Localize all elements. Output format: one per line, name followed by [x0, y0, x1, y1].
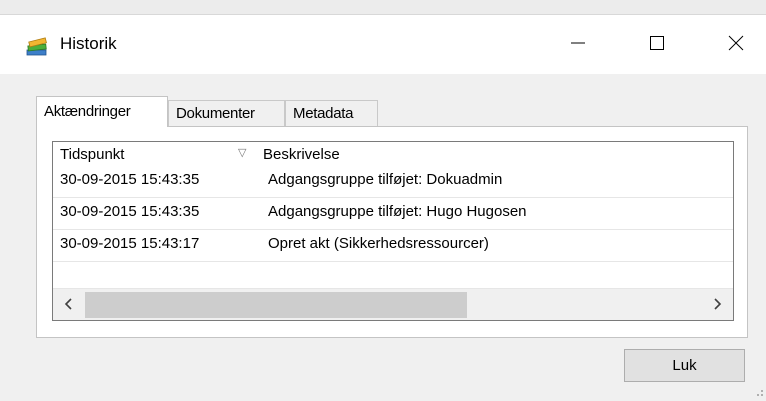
row-time: 30-09-2015 15:43:35: [60, 203, 200, 220]
books-icon: [26, 37, 48, 57]
list-item[interactable]: 30-09-2015 15:43:35 Adgangsgruppe tilføj…: [53, 166, 733, 198]
scroll-right-button[interactable]: [701, 289, 733, 320]
column-header-beskrivelse[interactable]: Beskrivelse: [263, 146, 340, 163]
scroll-left-button[interactable]: [53, 289, 85, 320]
tab-metadata[interactable]: Metadata: [285, 100, 378, 126]
resize-grip-icon[interactable]: [752, 384, 764, 396]
dialog-body: Aktændringer Dokumenter Metadata Tidspun…: [0, 74, 766, 398]
screen-top-strip: [0, 0, 766, 14]
row-description: Adgangsgruppe tilføjet: Dokuadmin: [268, 171, 503, 188]
row-description: Opret akt (Sikkerhedsressourcer): [268, 235, 489, 252]
maximize-button[interactable]: [637, 27, 677, 63]
history-list[interactable]: Tidspunkt ▽ Beskrivelse 30-09-2015 15:43…: [52, 141, 734, 321]
chevron-right-icon: [712, 297, 722, 314]
horizontal-scrollbar[interactable]: [53, 288, 733, 320]
sort-indicator-icon: ▽: [238, 147, 247, 159]
window-title: Historik: [60, 34, 117, 53]
list-header: Tidspunkt ▽ Beskrivelse: [53, 142, 733, 166]
tab-dokumenter[interactable]: Dokumenter: [168, 100, 285, 126]
maximize-icon: [649, 35, 665, 55]
scrollbar-thumb[interactable]: [85, 292, 467, 318]
column-header-tidspunkt[interactable]: Tidspunkt: [60, 146, 124, 163]
chevron-left-icon: [64, 297, 74, 314]
row-description: Adgangsgruppe tilføjet: Hugo Hugosen: [268, 203, 527, 220]
close-window-button[interactable]: [716, 27, 756, 63]
list-item[interactable]: 30-09-2015 15:43:35 Adgangsgruppe tilføj…: [53, 198, 733, 230]
row-time: 30-09-2015 15:43:35: [60, 171, 200, 188]
close-button[interactable]: Luk: [624, 349, 745, 382]
close-icon: [728, 35, 744, 55]
title-bar[interactable]: Historik: [0, 14, 766, 75]
list-item[interactable]: 30-09-2015 15:43:17 Opret akt (Sikkerhed…: [53, 230, 733, 262]
minimize-icon: [570, 35, 586, 55]
tab-panel: Tidspunkt ▽ Beskrivelse 30-09-2015 15:43…: [36, 126, 748, 338]
minimize-button[interactable]: [558, 27, 598, 63]
row-time: 30-09-2015 15:43:17: [60, 235, 200, 252]
tab-aktaendringer[interactable]: Aktændringer: [36, 96, 168, 127]
